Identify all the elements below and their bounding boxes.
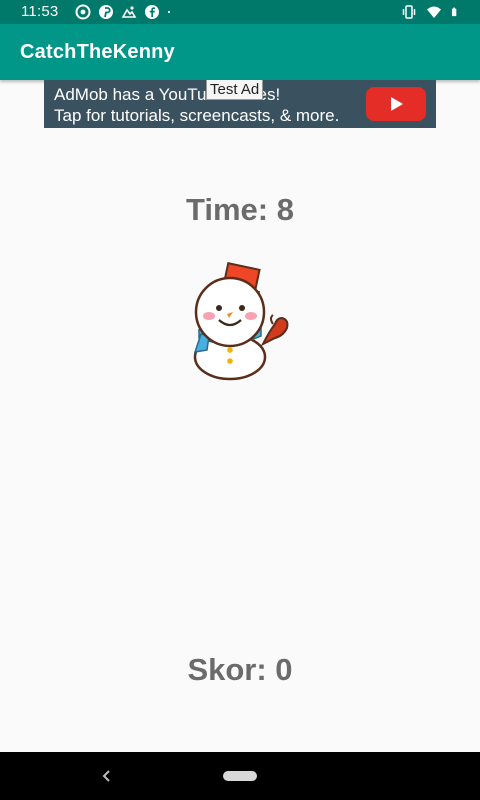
status-bar: 11:53 [0, 0, 480, 24]
photos-icon [121, 6, 137, 18]
time-text: Time: 8 [186, 192, 294, 227]
app-title: CatchTheKenny [20, 41, 175, 63]
wifi-icon [427, 6, 441, 18]
chrome-icon [75, 4, 91, 20]
navigation-bar [0, 752, 480, 800]
ad-description: Tap for tutorials, screencasts, & more. [54, 106, 340, 125]
screen: 11:53 CatchTheKenny AdMob has a YouTube … [0, 0, 480, 800]
home-pill-icon[interactable] [223, 771, 257, 781]
back-chevron-icon[interactable] [100, 766, 114, 786]
test-ad-label: Test Ad [206, 80, 264, 100]
score-text: Skor: 0 [187, 652, 293, 687]
app-bar: CatchTheKenny [0, 24, 480, 80]
pinterest-icon [99, 5, 113, 19]
system-icons [401, 4, 461, 20]
battery-icon [451, 7, 457, 17]
vibrate-icon [402, 5, 416, 19]
notification-icons [75, 4, 175, 20]
dot-icon [167, 10, 171, 14]
youtube-play-icon [391, 97, 403, 111]
status-time: 11:53 [21, 3, 59, 20]
facebook-icon [145, 5, 159, 19]
snowman-icon[interactable] [185, 262, 293, 382]
ad-play-button[interactable] [366, 87, 426, 121]
